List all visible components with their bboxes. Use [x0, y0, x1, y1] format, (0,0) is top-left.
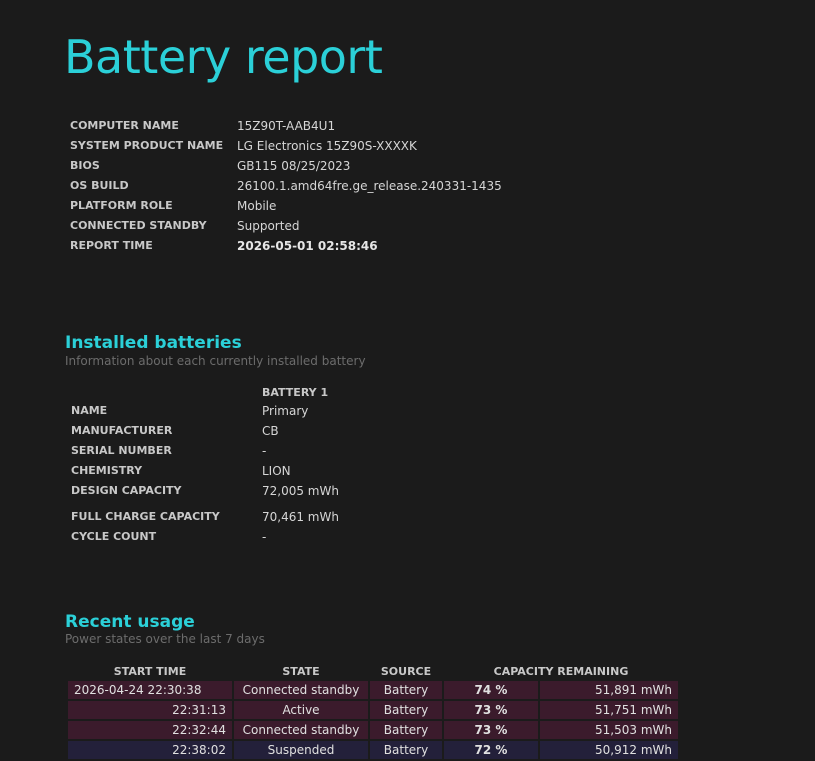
cell-state: Active — [234, 701, 368, 719]
installed-batteries-subtitle: Information about each currently install… — [65, 354, 366, 368]
info-value: 2026-05-01 02:58:46 — [237, 239, 378, 253]
cell-start-time: 22:38:02 — [68, 741, 232, 759]
cell-state: Suspended — [234, 741, 368, 759]
cell-source: Battery — [370, 741, 442, 759]
info-label: OS BUILD — [70, 179, 129, 192]
col-start-time: START TIME — [113, 664, 187, 678]
cell-capacity-mwh: 51,891 mWh — [540, 681, 678, 699]
battery-label: NAME — [71, 404, 108, 417]
installed-batteries-title: Installed batteries — [65, 333, 242, 353]
info-label: SYSTEM PRODUCT NAME — [70, 139, 224, 152]
recent-usage-title: Recent usage — [65, 612, 195, 632]
cell-capacity-percent: 73 % — [444, 721, 538, 739]
table-header-row: START TIME STATE SOURCE CAPACITY REMAINI… — [68, 663, 678, 679]
battery-label: CYCLE COUNT — [71, 530, 157, 543]
info-value: LG Electronics 15Z90S-XXXXK — [237, 139, 417, 153]
battery-value: - — [262, 444, 267, 458]
battery-value: LION — [262, 464, 291, 478]
battery-label: SERIAL NUMBER — [71, 444, 172, 457]
info-value: 26100.1.amd64fre.ge_release.240331-1435 — [237, 179, 502, 193]
battery-value: 70,461 mWh — [262, 510, 339, 524]
table-row: 2026-04-24 22:30:38 Connected standby Ba… — [68, 681, 678, 699]
col-source: SOURCE — [380, 664, 432, 678]
info-value: Supported — [237, 219, 300, 233]
cell-start-time: 22:31:13 — [68, 701, 232, 719]
recent-usage-subtitle: Power states over the last 7 days — [65, 632, 265, 646]
info-value: Mobile — [237, 199, 277, 213]
info-label: BIOS — [70, 159, 100, 172]
col-capacity-remaining: CAPACITY REMAINING — [493, 664, 629, 678]
page-title: Battery report — [64, 30, 383, 84]
battery-value: Primary — [262, 404, 309, 418]
cell-source: Battery — [370, 681, 442, 699]
info-label: REPORT TIME — [70, 239, 153, 252]
cell-state: Connected standby — [234, 721, 368, 739]
cell-start-time: 22:32:44 — [68, 721, 232, 739]
info-label: PLATFORM ROLE — [70, 199, 173, 212]
table-row: 22:32:44 Connected standby Battery 73 % … — [68, 721, 678, 739]
table-row: 22:38:02 Suspended Battery 72 % 50,912 m… — [68, 741, 678, 759]
cell-source: Battery — [370, 721, 442, 739]
cell-capacity-percent: 74 % — [444, 681, 538, 699]
cell-capacity-mwh: 51,751 mWh — [540, 701, 678, 719]
info-label: COMPUTER NAME — [70, 119, 179, 132]
battery-label: DESIGN CAPACITY — [71, 484, 182, 497]
info-value: GB115 08/25/2023 — [237, 159, 351, 173]
battery-label: FULL CHARGE CAPACITY — [71, 510, 220, 523]
battery-label: MANUFACTURER — [71, 424, 173, 437]
battery-value: CB — [262, 424, 279, 438]
table-row: 22:31:13 Active Battery 73 % 51,751 mWh — [68, 701, 678, 719]
cell-capacity-percent: 73 % — [444, 701, 538, 719]
info-value: 15Z90T-AAB4U1 — [237, 119, 336, 133]
info-label: CONNECTED STANDBY — [70, 219, 207, 232]
battery-value: 72,005 mWh — [262, 484, 339, 498]
recent-usage-table: START TIME STATE SOURCE CAPACITY REMAINI… — [66, 661, 680, 761]
cell-capacity-mwh: 51,503 mWh — [540, 721, 678, 739]
cell-capacity-percent: 72 % — [444, 741, 538, 759]
cell-source: Battery — [370, 701, 442, 719]
cell-state: Connected standby — [234, 681, 368, 699]
cell-start-time: 2026-04-24 22:30:38 — [68, 681, 232, 699]
col-state: STATE — [282, 664, 320, 678]
battery-value: - — [262, 530, 267, 544]
cell-capacity-mwh: 50,912 mWh — [540, 741, 678, 759]
battery-label: CHEMISTRY — [71, 464, 143, 477]
battery-column-header: BATTERY 1 — [262, 386, 329, 399]
